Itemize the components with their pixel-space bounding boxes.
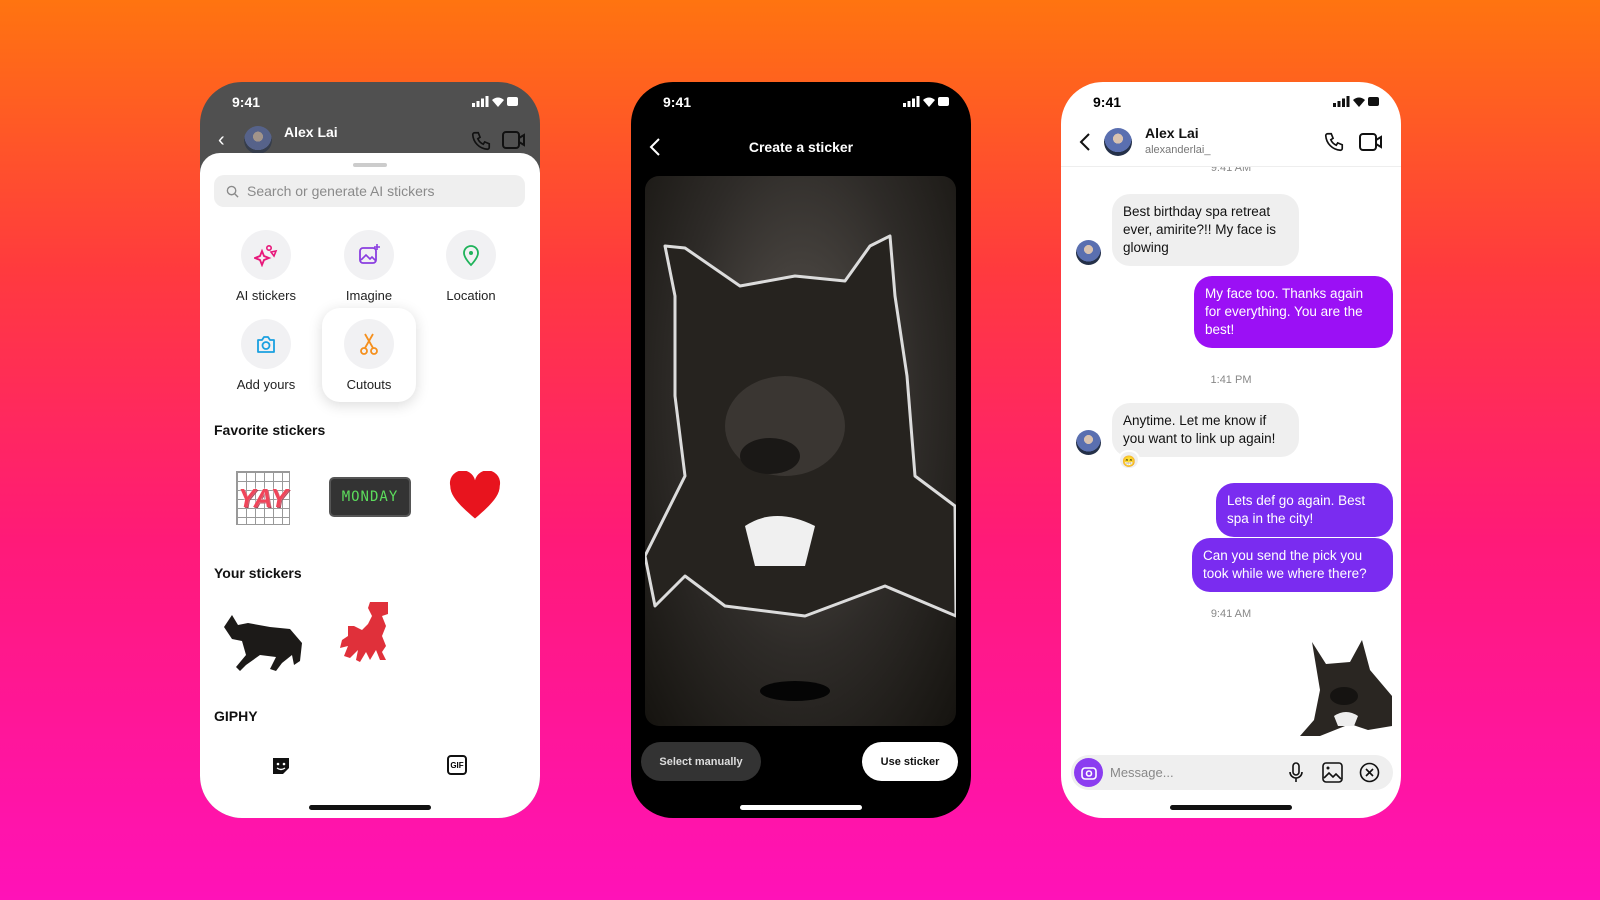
favorite-stickers-heading: Favorite stickers (214, 422, 326, 438)
status-time: 9:41 (232, 94, 261, 110)
home-indicator[interactable] (740, 805, 862, 810)
tile-ai-stickers[interactable]: AI stickers (216, 230, 316, 303)
phone-icon[interactable] (1323, 131, 1345, 158)
chat-phone: 9:41 Alex Lai alexanderlai_ 9:41 AM Best… (1061, 82, 1401, 818)
message-outgoing[interactable]: Lets def go again. Best spa in the city! (1216, 483, 1393, 537)
status-bar: 9:41 (631, 94, 971, 112)
camera-icon (257, 336, 275, 353)
status-icons (1333, 96, 1379, 107)
home-indicator[interactable] (1170, 805, 1292, 810)
contact-avatar[interactable] (1104, 128, 1132, 156)
use-sticker-button[interactable]: Use sticker (862, 742, 958, 781)
sticker-icon[interactable] (270, 755, 292, 782)
message-incoming[interactable]: Anytime. Let me know if you want to link… (1112, 403, 1299, 457)
camera-button[interactable] (1074, 758, 1103, 787)
tile-label: Location (446, 288, 496, 303)
sparkle-icon (254, 244, 278, 267)
status-bar: 9:41 (1061, 94, 1401, 112)
video-call-icon[interactable] (1359, 132, 1383, 157)
sender-avatar (1076, 430, 1101, 455)
tile-label: Add yours (236, 377, 296, 392)
status-icons (472, 96, 518, 107)
reaction-emoji[interactable]: 😁 (1118, 450, 1140, 470)
back-icon[interactable] (1079, 132, 1091, 157)
timestamp: 9:41 AM (1210, 162, 1252, 174)
message-input[interactable]: Message... (1110, 765, 1174, 780)
search-icon (226, 185, 239, 198)
message-outgoing[interactable]: My face too. Thanks again for everything… (1194, 276, 1393, 348)
back-icon[interactable]: ‹ (218, 129, 225, 152)
create-sticker-phone: 9:41 Create a sticker Select manually Us… (631, 82, 971, 818)
tile-label: AI stickers (236, 288, 296, 303)
status-time: 9:41 (1093, 94, 1122, 110)
status-time: 9:41 (663, 94, 692, 110)
sticker-red-cat[interactable] (330, 598, 394, 671)
page-title: Create a sticker (748, 139, 854, 155)
dog-cutout-outline (645, 234, 956, 701)
contact-username: alexanderlai_ (1145, 144, 1211, 156)
tile-imagine[interactable]: Imagine (319, 230, 419, 303)
tile-location[interactable]: Location (421, 230, 521, 303)
microphone-icon[interactable] (1288, 762, 1304, 789)
sheet-grabber[interactable] (353, 163, 387, 167)
camera-icon (1080, 766, 1097, 780)
avatar (244, 126, 272, 154)
scissors-icon (360, 333, 378, 355)
contact-name[interactable]: Alex Lai (1145, 125, 1199, 141)
home-indicator[interactable] (309, 805, 431, 810)
sticker-dog[interactable] (220, 611, 306, 682)
timestamp: 1:41 PM (1210, 374, 1252, 386)
select-manually-button[interactable]: Select manually (641, 742, 761, 781)
image-sparkle-icon (359, 244, 380, 264)
timestamp: 9:41 AM (1210, 608, 1252, 620)
dog-sticker-message[interactable] (1296, 638, 1394, 743)
header-divider (1061, 166, 1401, 167)
gif-icon[interactable]: GIF (447, 755, 467, 775)
message-incoming[interactable]: Best birthday spa retreat ever, amirite?… (1112, 194, 1299, 266)
sticker-heart[interactable] (448, 470, 502, 526)
close-circle-icon[interactable] (1359, 762, 1380, 788)
status-bar: 9:41 (200, 94, 540, 112)
tile-label: Imagine (345, 288, 393, 303)
tile-add-yours[interactable]: Add yours (216, 319, 316, 392)
search-placeholder: Search or generate AI stickers (247, 183, 435, 199)
sender-avatar (1076, 240, 1101, 265)
contact-name: Alex Lai (284, 124, 338, 140)
sticker-sheet: Search or generate AI stickers AI sticke… (200, 153, 540, 818)
location-pin-icon (463, 245, 479, 267)
tile-label: Cutouts (346, 377, 392, 392)
message-composer: Message... (1071, 755, 1393, 790)
your-stickers-heading: Your stickers (214, 565, 302, 581)
video-call-icon[interactable] (502, 130, 526, 155)
sticker-picker-phone: 9:41 ‹ Alex Lai Search or generate AI st… (200, 82, 540, 818)
sticker-yay[interactable]: YAY (236, 471, 290, 525)
status-icons (903, 96, 949, 107)
gallery-icon[interactable] (1322, 762, 1343, 788)
sticker-monday-clock[interactable]: MONDAY (329, 477, 411, 517)
sticker-search-input[interactable]: Search or generate AI stickers (214, 175, 525, 207)
giphy-heading: GIPHY (214, 708, 258, 724)
message-outgoing[interactable]: Can you send the pick you took while we … (1192, 538, 1393, 592)
dog-photo[interactable] (645, 176, 956, 726)
tile-cutouts[interactable]: Cutouts (319, 319, 419, 392)
